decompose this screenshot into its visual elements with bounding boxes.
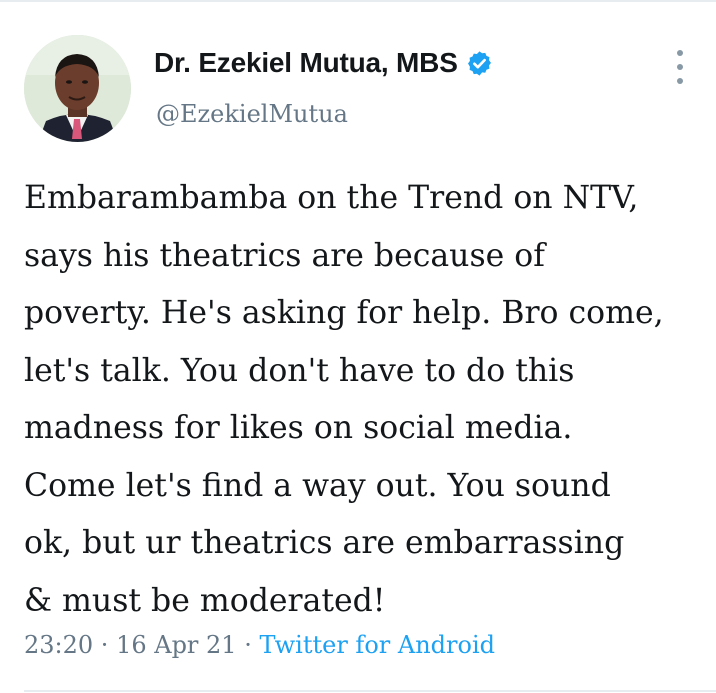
tweet-meta: 23:20 · 16 Apr 21 · Twitter for Android: [24, 631, 495, 659]
tweet-source-link[interactable]: Twitter for Android: [259, 631, 495, 659]
verified-badge-icon: [467, 50, 491, 76]
meta-separator: ·: [236, 631, 260, 659]
avatar[interactable]: [24, 35, 131, 142]
more-options-icon[interactable]: [672, 50, 688, 84]
more-dot: [677, 78, 683, 84]
tweet-text-line: madness for likes on social media.: [24, 410, 573, 446]
tweet-text-line: poverty. He's asking for help. Bro come,: [24, 295, 664, 331]
tweet-text-line: Come let's find a way out. You sound: [24, 467, 611, 504]
top-divider: [0, 0, 716, 2]
more-dot: [677, 50, 683, 56]
meta-separator: ·: [93, 631, 117, 659]
tweet-text-line: Embarambamba on the Trend on NTV,: [24, 180, 639, 216]
author-handle[interactable]: @EzekielMutua: [156, 100, 348, 128]
author-display-name[interactable]: Dr. Ezekiel Mutua, MBS: [154, 47, 458, 79]
profile-photo-icon: [24, 35, 131, 142]
tweet-text-line: ok, but ur theatrics are embarrassing: [24, 525, 625, 561]
tweet-card: Dr. Ezekiel Mutua, MBS @EzekielMutua Emb…: [0, 0, 716, 693]
tweet-text-line: & must be moderated!: [24, 582, 386, 619]
tweet-text: Embarambamba on the Trend on NTV, says h…: [24, 170, 704, 630]
tweet-text-line: let's talk. You don't have to do this: [24, 352, 575, 389]
author-name-row[interactable]: Dr. Ezekiel Mutua, MBS: [154, 47, 493, 79]
tweet-time[interactable]: 23:20: [24, 631, 93, 659]
tweet-date[interactable]: 16 Apr 21: [116, 631, 237, 659]
tweet-text-line: says his theatrics are because of: [24, 237, 545, 274]
bottom-divider: [24, 690, 716, 692]
more-dot: [677, 64, 683, 70]
